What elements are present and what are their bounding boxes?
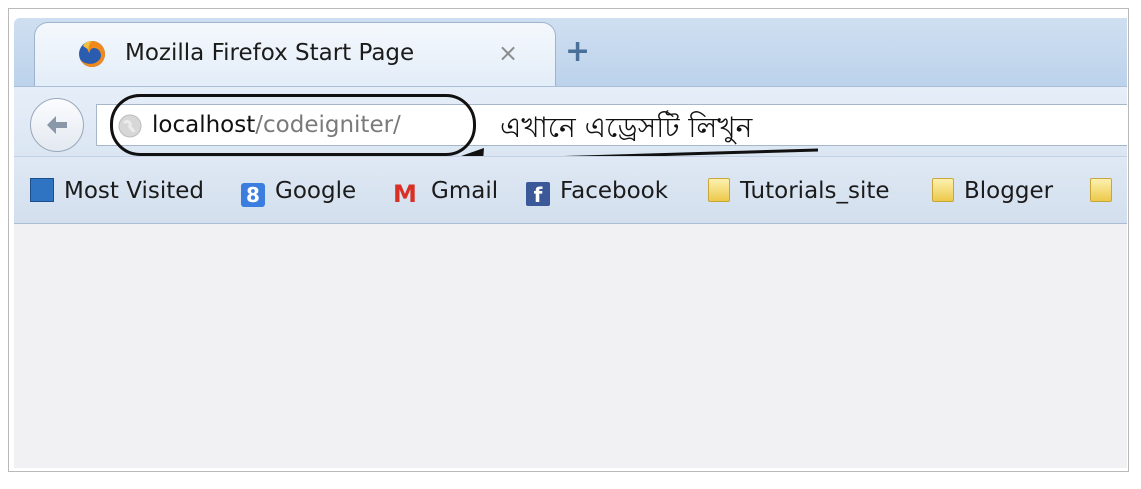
page-content-area — [14, 224, 1127, 468]
bookmark-label: Blogger — [964, 178, 1054, 204]
bookmark-label: Google — [275, 178, 357, 204]
bookmark-overflow-folder[interactable] — [1090, 178, 1122, 208]
firefox-icon — [79, 41, 105, 67]
bookmark-google[interactable]: 8 Google — [241, 178, 356, 208]
bookmark-tutorials-site[interactable]: Tutorials_site — [708, 178, 890, 208]
back-button[interactable] — [30, 98, 84, 152]
most-visited-icon — [30, 178, 54, 202]
folder-icon — [1090, 178, 1112, 202]
browser-tab[interactable]: Mozilla Firefox Start Page × — [34, 22, 556, 86]
folder-icon — [932, 178, 954, 202]
back-arrow-icon — [47, 116, 67, 134]
gmail-icon: M — [393, 180, 417, 208]
bookmark-facebook[interactable]: f Facebook — [526, 178, 668, 208]
tab-title: Mozilla Firefox Start Page — [125, 40, 415, 66]
bookmark-label: Facebook — [560, 178, 669, 204]
bookmark-label: Tutorials_site — [740, 178, 890, 204]
bookmark-gmail[interactable]: M Gmail — [393, 178, 498, 208]
tab-close-icon[interactable]: × — [498, 39, 518, 67]
bookmark-blogger[interactable]: Blogger — [932, 178, 1053, 208]
facebook-icon: f — [526, 182, 550, 207]
highlight-oval — [110, 94, 476, 156]
bookmark-label: Gmail — [431, 178, 499, 204]
google-icon: 8 — [241, 183, 265, 207]
bookmark-label: Most Visited — [64, 178, 204, 204]
folder-icon — [708, 178, 730, 202]
bookmark-most-visited[interactable]: Most Visited — [30, 178, 204, 208]
new-tab-button[interactable]: + — [565, 37, 590, 67]
